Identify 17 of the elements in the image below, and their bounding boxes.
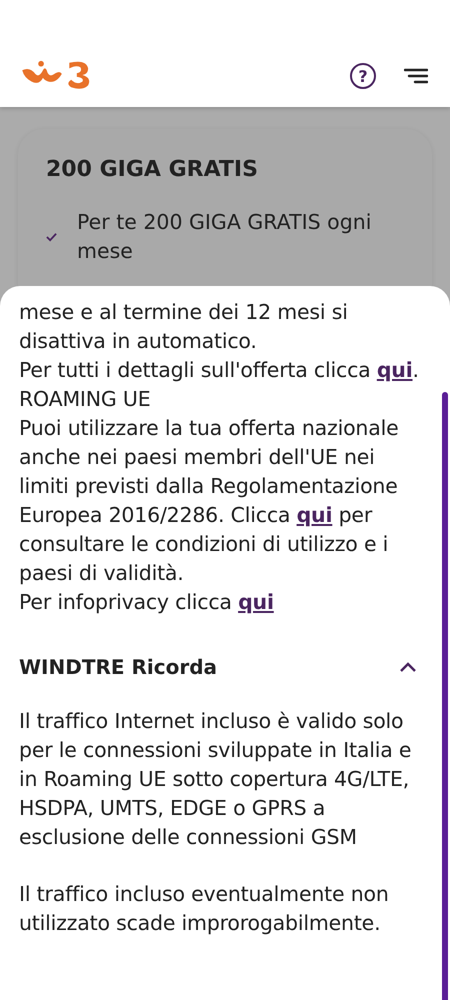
accordion-header[interactable]: WINDTRE Ricorda: [19, 655, 422, 679]
link[interactable]: qui: [238, 590, 274, 614]
paragraph: Per infoprivacy clicca qui: [19, 589, 275, 616]
card-item-text: Per te 200 GIGA GRATIS ogni mese: [77, 209, 372, 265]
paragraph: Puoi utilizzare la tua offerta nazionale anche nei paesi membri dell'UE nei limiti previsti dalla Regolamentazione Europea 2016/2286. Clicca qui per consultare le condizioni di utilizzo e i paesi di validità.: [19, 415, 400, 587]
link[interactable]: qui: [296, 503, 332, 527]
paragraph: Il traffico incluso eventualmente non utilizzato scade improrogabilmente.: [19, 881, 390, 937]
card-title: 200 GIGA GRATIS: [46, 157, 259, 182]
paragraph: Il traffico Internet incluso è valido solo per le connessioni sviluppate in Italia e in Roaming UE sotto copertura 4G/LTE, HSDPA, UMTS, EDGE o GPRS a esclusione delle connessioni GSM: [19, 708, 412, 851]
help-button[interactable]: ?: [350, 63, 376, 89]
paragraph: Per tutti i dettagli sull'offerta clicca qui.: [19, 357, 420, 384]
menu-icon[interactable]: [404, 68, 428, 84]
accordion-title: WINDTRE Ricorda: [19, 655, 218, 679]
link[interactable]: qui: [376, 358, 413, 382]
paragraph: mese e al termine dei 12 mesi si disattiva in automatico.: [19, 299, 349, 355]
scrollbar[interactable]: [442, 392, 448, 1000]
paragraph: ROAMING UE: [19, 386, 152, 413]
